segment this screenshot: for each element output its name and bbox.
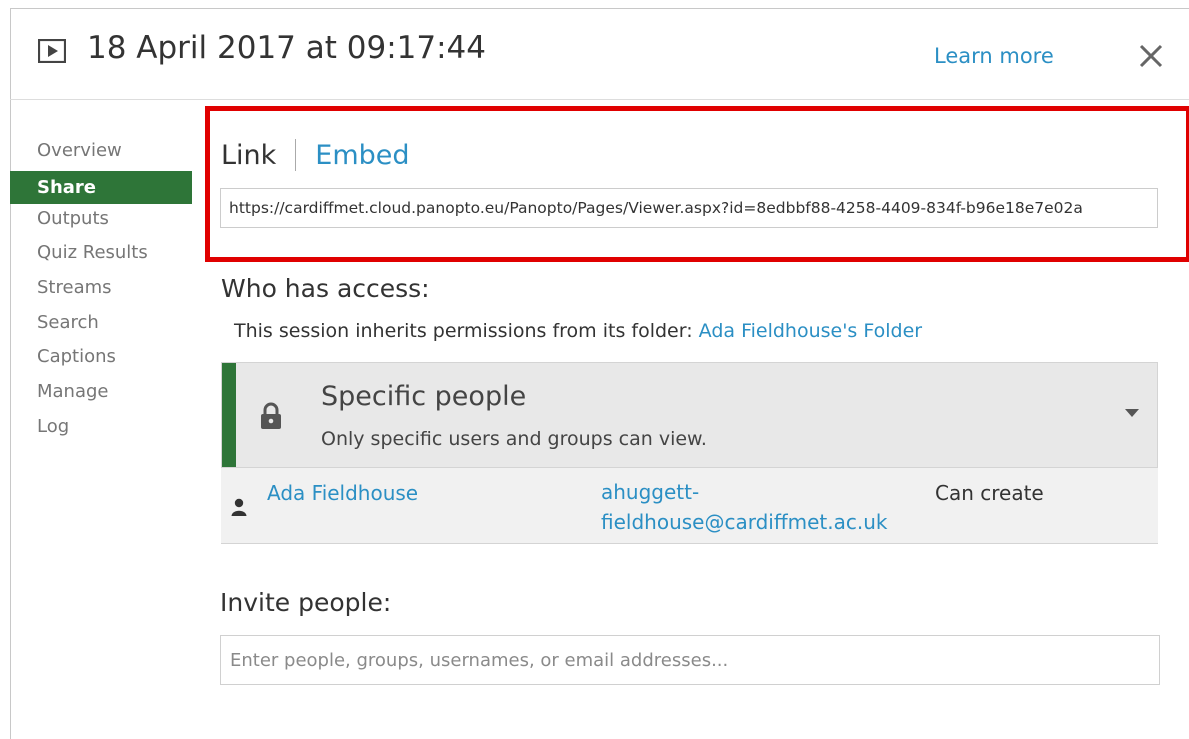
user-role: Can create <box>935 481 1044 505</box>
invite-people-input[interactable] <box>220 635 1160 685</box>
invite-heading: Invite people: <box>220 588 392 617</box>
inherit-permissions-text: This session inherits permissions from i… <box>234 320 922 342</box>
learn-more-link[interactable]: Learn more <box>934 44 1054 68</box>
highlight-box <box>205 106 1189 262</box>
access-level-description: Only specific users and groups can view. <box>321 428 707 450</box>
close-icon[interactable] <box>1138 43 1164 69</box>
tab-divider <box>295 139 297 171</box>
sidebar-item-quiz-results[interactable]: Quiz Results <box>10 238 192 273</box>
access-level-indicator <box>222 363 236 467</box>
tab-link[interactable]: Link <box>221 140 276 171</box>
session-title: 18 April 2017 at 09:17:44 <box>87 30 486 66</box>
user-row: Ada Fieldhouse ahuggett-fieldhouse@cardi… <box>221 468 1158 544</box>
sidebar-item-outputs[interactable]: Outputs <box>10 204 192 239</box>
play-icon <box>38 39 66 63</box>
sidebar-item-streams[interactable]: Streams <box>10 273 192 308</box>
lock-icon <box>261 402 281 429</box>
sidebar-item-manage[interactable]: Manage <box>10 377 192 412</box>
sidebar-item-captions[interactable]: Captions <box>10 342 192 377</box>
chevron-down-icon[interactable] <box>1125 408 1139 418</box>
inherit-label: This session inherits permissions from i… <box>234 320 699 342</box>
share-tabs: Link Embed <box>221 138 410 172</box>
access-level-dropdown[interactable]: Specific people Only specific users and … <box>221 362 1158 468</box>
sidebar-item-search[interactable]: Search <box>10 308 192 343</box>
access-heading: Who has access: <box>221 274 430 303</box>
sidebar-item-log[interactable]: Log <box>10 412 192 447</box>
sidebar-item-share[interactable]: Share <box>10 170 192 204</box>
share-url-field[interactable] <box>220 188 1158 228</box>
header-divider <box>10 99 1189 100</box>
user-name[interactable]: Ada Fieldhouse <box>267 481 418 505</box>
dialog-header: 18 April 2017 at 09:17:44 Learn more <box>0 0 1189 100</box>
tab-embed[interactable]: Embed <box>315 140 409 171</box>
user-email[interactable]: ahuggett-fieldhouse@cardiffmet.ac.uk <box>601 477 911 537</box>
folder-link[interactable]: Ada Fieldhouse's Folder <box>699 320 922 342</box>
person-icon <box>231 498 247 516</box>
sidebar-item-overview[interactable]: Overview <box>10 136 192 171</box>
access-level-title: Specific people <box>321 381 527 412</box>
sidebar-nav: Overview Share Outputs Quiz Results Stre… <box>10 136 192 447</box>
